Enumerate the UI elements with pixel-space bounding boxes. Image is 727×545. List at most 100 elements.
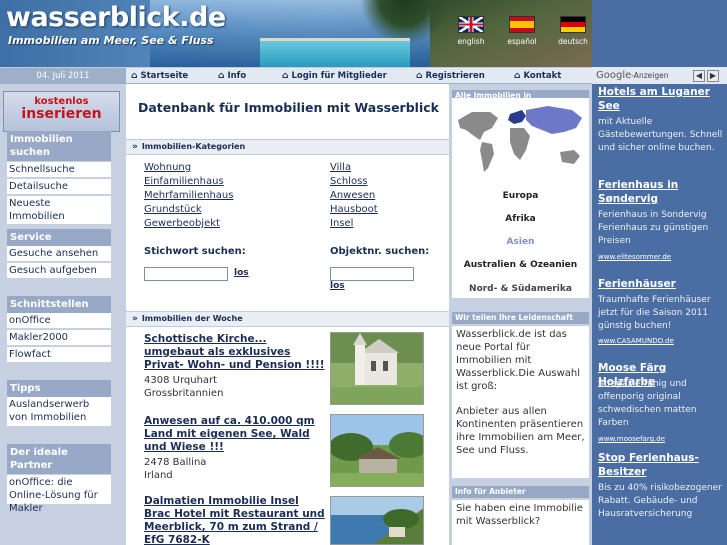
provider-info-text: Sie haben eine Immobilie mit Wasserblick… (456, 503, 583, 527)
google-ads-column: Google-Anzeigen ◀ ▶ Hotels am Luganer Se… (592, 0, 727, 545)
region-americas[interactable]: Nord- & Südamerika (452, 284, 589, 294)
region-africa[interactable]: Afrika (452, 214, 589, 224)
ad-text: mit Aktuelle Gästebewertungen. Schnell u… (598, 117, 723, 153)
region-europe[interactable]: Europa (452, 191, 589, 201)
region-asia[interactable]: Asien (452, 237, 589, 247)
house-icon: ⌂ (416, 71, 423, 81)
sidebar-item-view-requests[interactable]: Gesuche ansehen (7, 246, 111, 262)
ad-title-link[interactable]: Ferienhäuser (598, 277, 724, 291)
uk-flag-icon[interactable] (458, 16, 484, 33)
week-heading: Immobilien der Woche (141, 314, 243, 323)
ad-text: Strapazierfähig und offenporig original … (598, 379, 697, 428)
passion-text: Wasserblick.de ist das neue Portal für I… (456, 329, 581, 392)
property-image[interactable] (330, 332, 424, 405)
sidebar-item-onoffice-solution[interactable]: onOffice: die Online-Lösung für Makler (7, 475, 111, 514)
category-link[interactable]: Schloss (330, 176, 368, 187)
sidebar-item-flowfact[interactable]: Flowfact (7, 347, 111, 363)
nav-login-label[interactable]: Login für Mitglieder (291, 71, 386, 81)
ad-url-link[interactable]: www.CASAMUNDO.de (598, 337, 674, 345)
ad-url-link[interactable]: www.elitesommer.de (598, 253, 671, 261)
sidebar-head-interfaces: Schnittstellen (7, 296, 111, 313)
ad-text: Bis zu 40% risikobezogener Rabatt. Gebäu… (598, 483, 722, 519)
nav-home-label[interactable]: Startseite (140, 71, 188, 81)
objectnr-search-input[interactable] (330, 267, 414, 281)
ads-prev-arrow-icon[interactable]: ◀ (693, 70, 705, 82)
sidebar-item-detail-search[interactable]: Detailsuche (7, 179, 111, 195)
header-pool-image (260, 38, 410, 67)
property-country: Grossbritannien (144, 388, 224, 399)
passion-text-2: Anbieter aus allen Kontinenten präsentie… (456, 406, 585, 456)
nav-home[interactable]: ⌂ Startseite (131, 68, 188, 84)
category-link[interactable]: Wohnung (144, 162, 191, 173)
house-icon: ⌂ (218, 71, 225, 81)
language-german[interactable]: deutsch (556, 16, 590, 46)
category-link[interactable]: Insel (330, 218, 353, 229)
ad-title-link[interactable]: Ferienhaus in Søndervig (598, 178, 724, 206)
double-chevron-icon: » (132, 142, 138, 152)
property-title-link[interactable]: Schottische Kirche... umgebaut als exklu… (144, 333, 326, 372)
passion-text-box: Wasserblick.de ist das neue Portal für I… (452, 326, 589, 478)
sidebar-item-quick-search[interactable]: Schnellsuche (7, 162, 111, 178)
objectnr-search-go[interactable]: los (330, 281, 345, 291)
passion-heading: Wir teilen Ihre Leidenschaft (452, 312, 589, 324)
ad-url-link[interactable]: www.moosefarg.de (598, 435, 665, 443)
germany-flag-icon[interactable] (560, 16, 586, 33)
nav-register-label[interactable]: Registrieren (425, 71, 484, 81)
free-listing-banner[interactable]: kostenlos inserieren (3, 91, 120, 132)
language-english[interactable]: english (454, 16, 488, 46)
keyword-search-go[interactable]: los (234, 268, 249, 278)
category-link[interactable]: Grundstück (144, 204, 202, 215)
sidebar-item-foreign-purchase[interactable]: Auslandserwerb von Immobilien (7, 397, 111, 427)
right-column: Alle Immobilien in Europa Afrika Asien A… (449, 84, 592, 545)
objectnr-search-label: Objektnr. suchen: (330, 246, 430, 257)
ads-next-arrow-icon[interactable]: ▶ (707, 70, 719, 82)
ad-text: Ferienhaus in Sondervig Ferienhaus zu gü… (598, 210, 709, 246)
property-location: 4308 Urquhart (144, 375, 218, 386)
banner-line2[interactable]: inserieren (4, 107, 119, 121)
google-ads-label: Google-Anzeigen (596, 70, 668, 81)
sidebar-item-onoffice[interactable]: onOffice (7, 313, 111, 329)
language-label-english[interactable]: english (454, 37, 488, 46)
keyword-search-label: Stichwort suchen: (144, 246, 246, 257)
category-link[interactable]: Mehrfamilienhaus (144, 190, 233, 201)
property-title-link[interactable]: Anwesen auf ca. 410.000 qm Land mit eige… (144, 415, 326, 454)
property-title-link[interactable]: Dalmatien Immobilie Insel Brac Hotel mit… (144, 495, 326, 545)
ad-title-link[interactable]: Stop Ferienhaus-Besitzer (598, 451, 724, 479)
spain-flag-icon[interactable] (509, 16, 535, 33)
nav-contact-label[interactable]: Kontakt (523, 71, 561, 81)
nav-info-label[interactable]: Info (227, 71, 246, 81)
language-label-spanish[interactable]: español (505, 37, 539, 46)
sidebar-head-tips: Tipps (7, 380, 111, 397)
property-image[interactable] (330, 496, 424, 545)
nav-register[interactable]: ⌂ Registrieren (416, 68, 485, 84)
category-link[interactable]: Hausboot (330, 204, 378, 215)
sidebar-item-submit-request[interactable]: Gesuch aufgeben (7, 263, 111, 279)
nav-contact[interactable]: ⌂ Kontakt (514, 68, 561, 84)
category-link[interactable]: Einfamilienhaus (144, 176, 224, 187)
world-map-icon[interactable] (452, 98, 589, 178)
house-icon: ⌂ (131, 71, 138, 81)
language-label-german[interactable]: deutsch (556, 37, 590, 46)
property-country: Irland (144, 470, 173, 481)
ad-title-link[interactable]: Hotels am Luganer See (598, 85, 724, 113)
category-link[interactable]: Anwesen (330, 190, 375, 201)
property-image[interactable] (330, 414, 424, 487)
language-spanish[interactable]: español (505, 16, 539, 46)
google-logo: Google (596, 70, 632, 81)
provider-info-heading: Info für Anbieter (452, 486, 589, 498)
keyword-search-input[interactable] (144, 267, 228, 281)
sidebar-head-partner: Der ideale Partner (7, 444, 111, 474)
categories-section-bar: » Immobilien-Kategorien (126, 139, 449, 155)
category-link[interactable]: Villa (330, 162, 351, 173)
property-location: 2478 Ballina (144, 457, 207, 468)
nav-login[interactable]: ⌂ Login für Mitglieder (282, 68, 387, 84)
sidebar-item-makler2000[interactable]: Makler2000 (7, 330, 111, 346)
ad-text: Traumhafte Ferienhäuser jetzt für die Sa… (598, 295, 711, 331)
categories-heading: Immobilien-Kategorien (141, 142, 246, 151)
category-link[interactable]: Gewerbeobjekt (144, 218, 220, 229)
sidebar-item-newest[interactable]: Neueste Immobilien (7, 196, 111, 225)
site-logo-title[interactable]: wasserblick.de (6, 2, 226, 33)
house-icon: ⌂ (282, 71, 289, 81)
nav-info[interactable]: ⌂ Info (218, 68, 246, 84)
region-australia[interactable]: Australien & Ozeanien (452, 260, 589, 270)
